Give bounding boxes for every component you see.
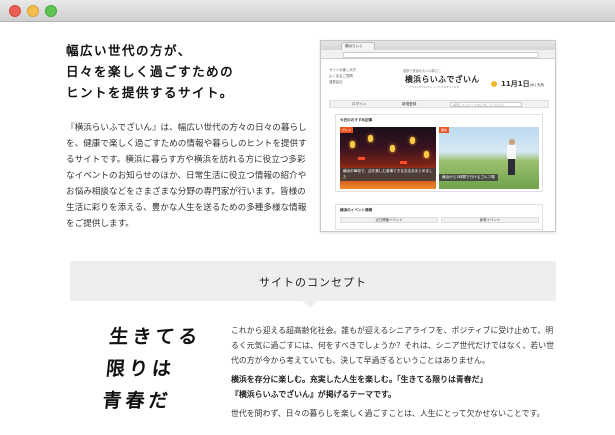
minimize-window-button[interactable] xyxy=(27,5,39,17)
calligraphy-line: 限りは xyxy=(104,358,177,380)
preview-event-tab: 近日開催イベント xyxy=(340,217,438,223)
preview-menu-login: ログイン xyxy=(352,102,367,106)
preview-menu-register: 新規登録 xyxy=(402,102,417,106)
headline-line: 日々を楽しく過ごすための xyxy=(66,64,235,79)
preview-tab: 横浜らいふ xyxy=(341,42,375,50)
preview-card-caption: 横浜中華街で、活を楽しむ食事できるお店あまとめました xyxy=(340,168,436,181)
concept-paragraph: これから迎える超高齢化社会。誰もが迎えるシニアライフを、ポジティブに受け止めて、… xyxy=(231,326,555,365)
preview-logo: 横浜らいふでざいん xyxy=(405,75,480,84)
calligraphy-line: 青春だ xyxy=(101,390,173,412)
preview-url-field xyxy=(343,51,539,58)
preview-logo-tagline: 健康で快適な大人の暮らし xyxy=(403,69,442,73)
preview-date-sub: (水) 天気 xyxy=(529,83,544,87)
preview-nav: サイトの楽しみ方 よくあるご質問 運営会社 xyxy=(329,67,377,85)
preview-card-badge: 趣味 xyxy=(439,127,450,133)
site-preview-screenshot: 横浜らいふ サイトの楽しみ方 よくあるご質問 運営会社 健康で快適な大人の暮らし… xyxy=(320,40,556,232)
preview-card-badge: グルメ xyxy=(340,127,354,133)
preview-panel-title: 今日のおすすめ記事 xyxy=(340,118,373,122)
preview-featured-panel: 今日のおすすめ記事 グルメ 横浜中華街で、活を楽しむ食事できるお店あまとめました… xyxy=(335,114,543,192)
preview-logo-sub: YOKOHAMA LIFEDESIGN xyxy=(409,85,461,89)
concept-header: サイトのコンセプト xyxy=(70,261,556,301)
preview-event-title: 横浜のイベント情報 xyxy=(340,208,373,212)
intro-text: 『横浜らいふでざいん』は、幅広い世代の方々の日々の暮らしを、健康で楽しく過ごすた… xyxy=(66,123,307,229)
concept-arrow xyxy=(302,300,318,308)
golfer-figure xyxy=(507,139,516,177)
calligraphy-line: 生きてる xyxy=(108,326,203,348)
golf-photo: 趣味 横浜から1時間で行けるゴルフ場 xyxy=(439,127,539,189)
headline: 幅広い世代の方が、 日々を楽しく過ごすための ヒントを提供するサイト。 xyxy=(66,40,306,103)
preview-nav-link: 運営会社 xyxy=(329,80,343,84)
preview-menu: ログイン 新規登録 検索したいワードを入力してください xyxy=(329,100,549,108)
preview-event-tab: 新着イベント xyxy=(441,217,539,223)
concept-title: サイトのコンセプト xyxy=(259,276,367,289)
headline-line: ヒントを提供するサイト。 xyxy=(66,85,234,100)
preview-date-main: 11月1日 xyxy=(501,80,530,88)
maximize-window-button[interactable] xyxy=(45,5,57,17)
concept-emphasis: 『横浜らいふでざいん』が掲げるテーマです。 xyxy=(231,390,396,399)
preview-search: 検索したいワードを入力してください xyxy=(450,102,522,107)
preview-event-panel: 横浜のイベント情報 近日開催イベント 新着イベント xyxy=(335,204,543,230)
sun-icon xyxy=(491,81,497,87)
chinatown-photo: グルメ 横浜中華街で、活を楽しむ食事できるお店あまとめました xyxy=(340,127,436,189)
preview-date: 11月1日(水) 天気 xyxy=(501,79,544,89)
calligraphy-motto: 生きてる 限りは 青春だ xyxy=(101,321,221,417)
window-titlebar xyxy=(0,0,615,22)
close-window-button[interactable] xyxy=(9,5,21,17)
concept-paragraph: 世代を問わず、日々の暮らしを楽しく過ごすことは、人生にとって欠かせないことです。 xyxy=(231,409,545,418)
headline-line: 幅広い世代の方が、 xyxy=(66,43,192,58)
preview-tabbar: 横浜らいふ xyxy=(321,41,555,58)
preview-urlbar xyxy=(321,50,555,59)
preview-card-caption: 横浜から1時間で行けるゴルフ場 xyxy=(439,173,498,181)
concept-emphasis: 横浜を存分に楽しむ。充実した人生を楽しむ。「生きてる限りは青春だ」 xyxy=(231,375,488,384)
concept-body: これから迎える超高齢化社会。誰もが迎えるシニアライフを、ポジティブに受け止めて、… xyxy=(231,323,561,425)
